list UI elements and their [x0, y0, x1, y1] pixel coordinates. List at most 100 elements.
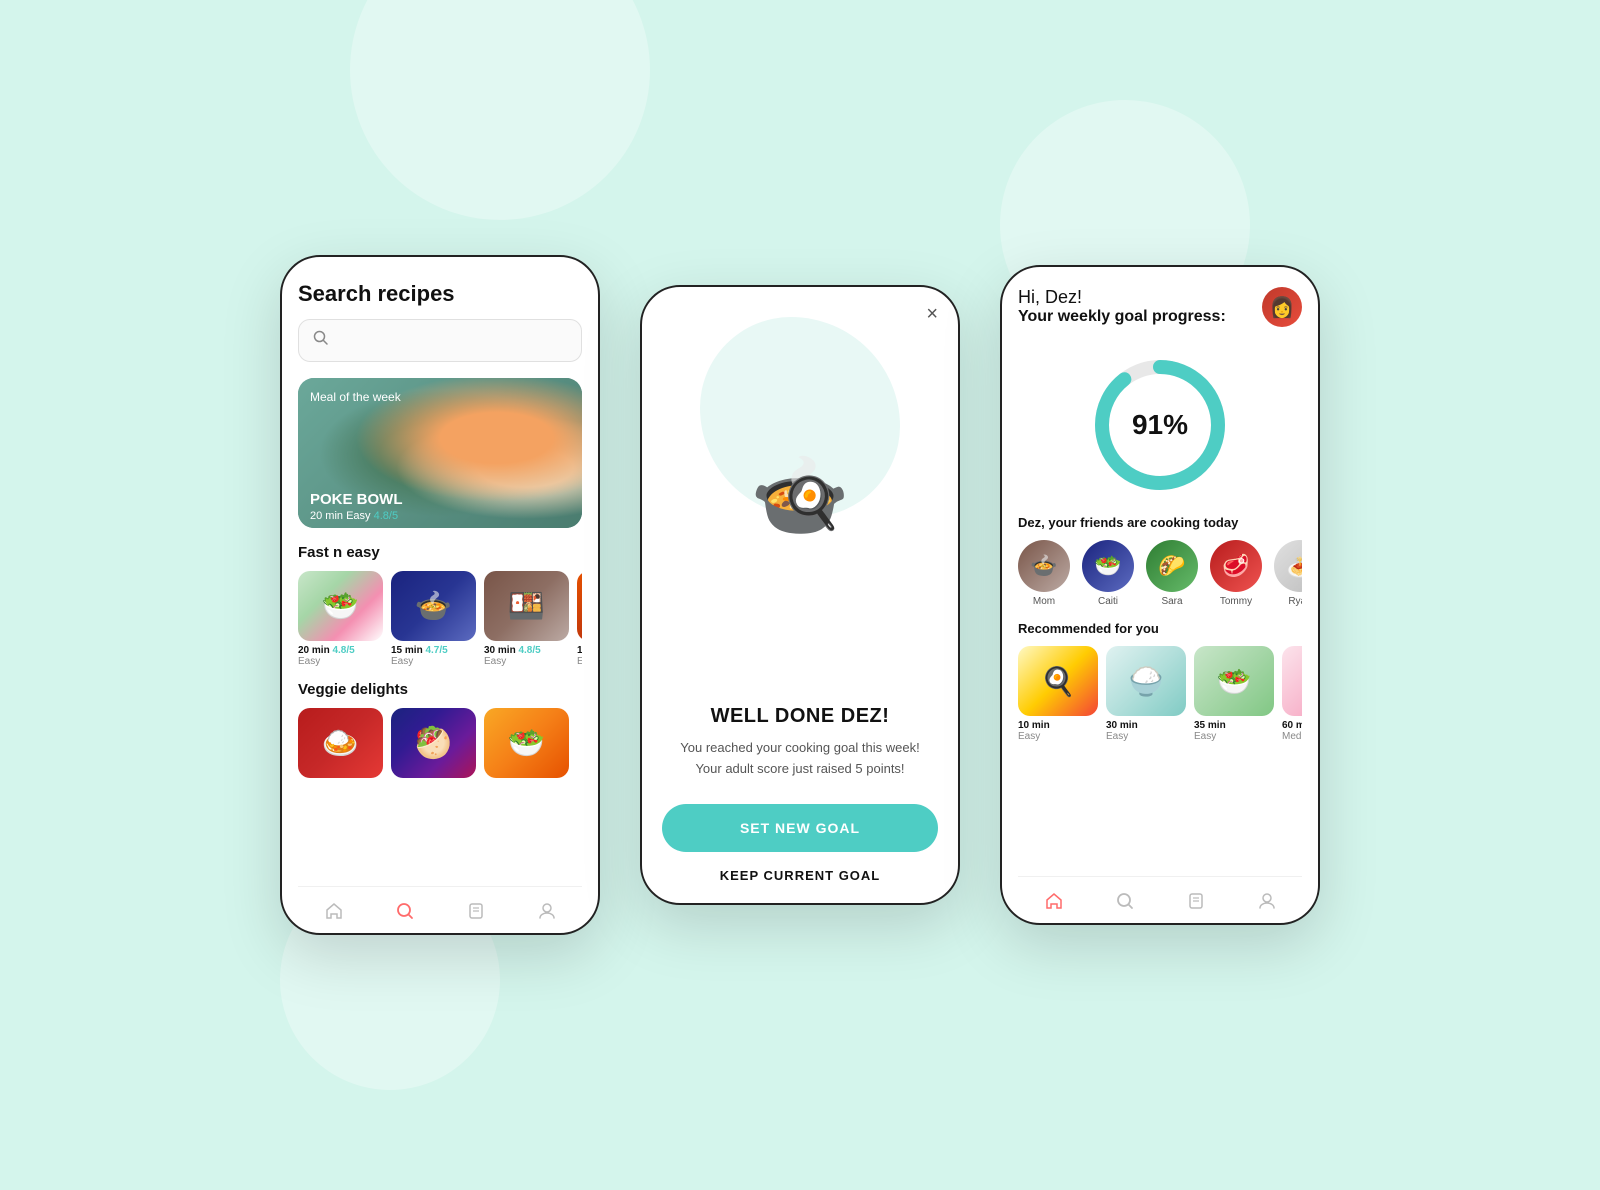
nav-cookbook[interactable]	[464, 899, 488, 923]
phone2-content: × 🍲 🍳 WELL DONE DEZ! You reached your co…	[642, 287, 958, 903]
friend-avatar-tommy: 🥩	[1210, 540, 1262, 592]
rec-meta-4: 60 min	[1282, 720, 1302, 731]
recipe-thumb-3	[484, 571, 569, 641]
achievement-description: You reached your cooking goal this week!…	[662, 738, 938, 780]
phones-container: Search recipes Meal of the week POKE BOW…	[280, 255, 1320, 935]
recipe-diff-2: Easy	[391, 656, 476, 667]
recipe-thumb-4	[577, 571, 582, 641]
veggie-card-3[interactable]	[484, 708, 569, 782]
friend-avatar-caiti: 🥗	[1082, 540, 1134, 592]
achievement-illustration: 🍲 🍳	[662, 307, 938, 705]
rec-card-4[interactable]: 60 min Medium	[1282, 646, 1302, 742]
friend-avatar-sara: 🌮	[1146, 540, 1198, 592]
greeting-text: Hi, Dez!	[1018, 287, 1226, 308]
set-new-goal-button[interactable]: SET NEW GOAL	[662, 804, 938, 852]
friend-caiti[interactable]: 🥗 Caiti	[1082, 540, 1134, 607]
rec-meta-1: 10 min	[1018, 720, 1098, 731]
friend-tommy[interactable]: 🥩 Tommy	[1210, 540, 1262, 607]
phone1-nav	[298, 886, 582, 933]
rec-thumb-3	[1194, 646, 1274, 716]
recipe-meta-2: 15 min 4.7/5	[391, 645, 476, 656]
rec-diff-4: Medium	[1282, 731, 1302, 742]
recipe-card-2[interactable]: 15 min 4.7/5 Easy	[391, 571, 476, 667]
rec-thumb-1	[1018, 646, 1098, 716]
rec-thumb-4	[1282, 646, 1302, 716]
achievement-title: WELL DONE DEZ!	[662, 705, 938, 728]
friend-name-ryan: Ryan	[1288, 596, 1302, 607]
veggie-card-1[interactable]	[298, 708, 383, 782]
subtitle-text: Your weekly goal progress:	[1018, 308, 1226, 326]
rec-diff-1: Easy	[1018, 731, 1098, 742]
rec-diff-2: Easy	[1106, 731, 1186, 742]
meal-of-week-label: Meal of the week	[310, 390, 401, 404]
recipe-thumb-2	[391, 571, 476, 641]
veggie-thumb-2	[391, 708, 476, 778]
recipe-thumb-1	[298, 571, 383, 641]
rec-card-2[interactable]: 30 min Easy	[1106, 646, 1186, 742]
fast-easy-row: 20 min 4.8/5 Easy 15 min 4.7/5 Easy 30 m…	[298, 571, 582, 667]
meal-time: 20 min	[310, 510, 343, 522]
recommendations-row: 10 min Easy 30 min Easy 35 min Easy 60 m…	[1018, 646, 1302, 742]
friend-name-tommy: Tommy	[1220, 596, 1252, 607]
progress-percent-label: 91%	[1132, 409, 1188, 441]
meal-of-week-card[interactable]: Meal of the week POKE BOWL 20 min Easy 4…	[298, 378, 582, 528]
user-avatar[interactable]: 👩	[1262, 287, 1302, 327]
friends-row: 🍲 Mom 🥗 Caiti 🌮 Sara 🥩 Tommy 🍝 Ry	[1018, 540, 1302, 607]
phone-achievement: × 🍲 🍳 WELL DONE DEZ! You reached your co…	[640, 285, 960, 905]
veggie-thumb-3	[484, 708, 569, 778]
phone-search: Search recipes Meal of the week POKE BOW…	[280, 255, 600, 935]
recipe-diff-3: Easy	[484, 656, 569, 667]
donut-wrap: 91%	[1080, 345, 1240, 505]
rec-card-1[interactable]: 10 min Easy	[1018, 646, 1098, 742]
nav-search[interactable]	[393, 899, 417, 923]
phone1-content: Search recipes Meal of the week POKE BOW…	[282, 257, 598, 933]
recipe-diff-1: Easy	[298, 656, 383, 667]
friend-mom[interactable]: 🍲 Mom	[1018, 540, 1070, 607]
rec-thumb-2	[1106, 646, 1186, 716]
phone3-content: Hi, Dez! Your weekly goal progress: 👩 91…	[1002, 267, 1318, 923]
phone-progress: Hi, Dez! Your weekly goal progress: 👩 91…	[1000, 265, 1320, 925]
fast-easy-title: Fast n easy	[298, 544, 582, 561]
friend-ryan[interactable]: 🍝 Ryan	[1274, 540, 1302, 607]
progress-donut: 91%	[1018, 345, 1302, 505]
recipe-meta-1: 20 min 4.8/5	[298, 645, 383, 656]
friends-title: Dez, your friends are cooking today	[1018, 515, 1302, 530]
friend-name-sara: Sara	[1161, 596, 1182, 607]
rec-card-3[interactable]: 35 min Easy	[1194, 646, 1274, 742]
friend-avatar-ryan: 🍝	[1274, 540, 1302, 592]
veggie-row	[298, 708, 582, 782]
recipe-meta-3: 30 min 4.8/5	[484, 645, 569, 656]
veggie-title: Veggie delights	[298, 681, 582, 698]
meal-difficulty: Easy	[346, 510, 374, 522]
phone3-nav	[1018, 876, 1302, 923]
meal-rating: 4.8/5	[374, 510, 398, 522]
recipe-meta-4: 10	[577, 645, 582, 656]
recipe-card-3[interactable]: 30 min 4.8/5 Easy	[484, 571, 569, 667]
meal-meta: 20 min Easy 4.8/5	[310, 510, 398, 522]
search-icon	[313, 330, 329, 351]
meal-name: POKE BOWL	[310, 491, 403, 508]
p3-nav-home[interactable]	[1042, 889, 1066, 913]
nav-profile[interactable]	[535, 899, 559, 923]
rec-meta-2: 30 min	[1106, 720, 1186, 731]
keep-current-goal-button[interactable]: KEEP CURRENT GOAL	[662, 868, 938, 883]
search-title: Search recipes	[298, 281, 582, 307]
p3-nav-profile[interactable]	[1255, 889, 1279, 913]
p3-nav-cookbook[interactable]	[1184, 889, 1208, 913]
phone3-header: Hi, Dez! Your weekly goal progress: 👩	[1018, 287, 1302, 327]
rec-meta-3: 35 min	[1194, 720, 1274, 731]
friend-name-caiti: Caiti	[1098, 596, 1118, 607]
pan-illustration: 🍳	[780, 474, 842, 533]
phone3-greeting-block: Hi, Dez! Your weekly goal progress:	[1018, 287, 1226, 326]
rec-title: Recommended for you	[1018, 621, 1302, 636]
rec-diff-3: Easy	[1194, 731, 1274, 742]
bg-decoration-1	[350, 0, 650, 220]
search-bar[interactable]	[298, 319, 582, 362]
p3-nav-search[interactable]	[1113, 889, 1137, 913]
friend-avatar-mom: 🍲	[1018, 540, 1070, 592]
nav-home[interactable]	[322, 899, 346, 923]
veggie-card-2[interactable]	[391, 708, 476, 782]
friend-sara[interactable]: 🌮 Sara	[1146, 540, 1198, 607]
recipe-card-1[interactable]: 20 min 4.8/5 Easy	[298, 571, 383, 667]
recipe-card-4[interactable]: 10 Ea...	[577, 571, 582, 667]
